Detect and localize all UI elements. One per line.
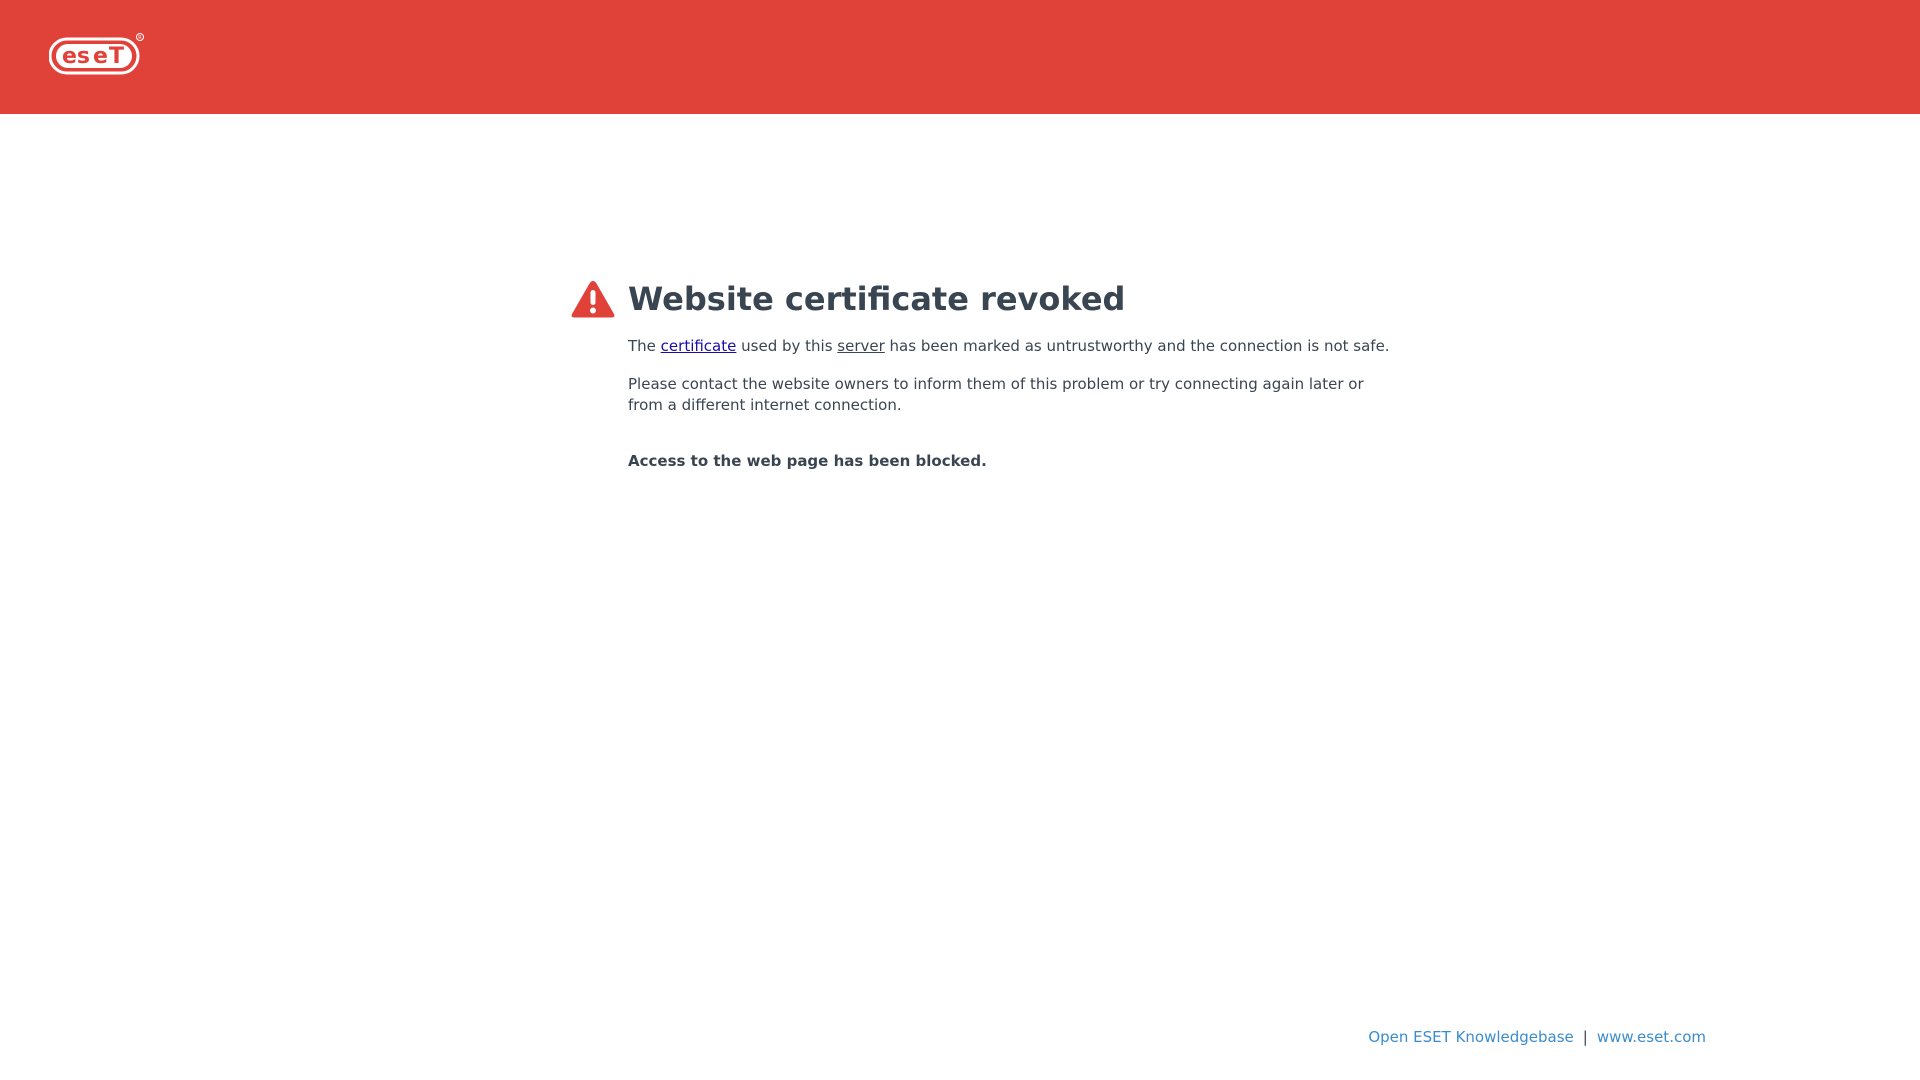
certificate-link[interactable]: certificate <box>661 337 737 355</box>
warning-triangle-icon <box>570 278 616 320</box>
eset-logo: es e T R <box>49 32 145 76</box>
contact-message: Please contact the website owners to inf… <box>628 375 1364 414</box>
svg-text:T: T <box>109 44 124 69</box>
server-link[interactable]: server <box>837 337 884 355</box>
svg-text:e: e <box>93 44 108 69</box>
footer-links: Open ESET Knowledgebase | www.eset.com <box>1368 1026 1706 1048</box>
header-bar: es e T R <box>0 0 1920 114</box>
svg-text:R: R <box>138 35 142 41</box>
certificate-message: The certificate used by this server has … <box>628 336 1390 357</box>
page-title: Website certificate revoked <box>628 280 1126 318</box>
message-prefix: The <box>628 337 661 355</box>
message-suffix: has been marked as untrustworthy and the… <box>884 337 1390 355</box>
footer-separator: | <box>1582 1028 1588 1046</box>
eset-website-link[interactable]: www.eset.com <box>1597 1028 1706 1046</box>
open-knowledgebase-link[interactable]: Open ESET Knowledgebase <box>1368 1028 1573 1046</box>
blocked-notice: Access to the web page has been blocked. <box>628 452 987 470</box>
message-mid: used by this <box>736 337 838 355</box>
svg-text:es: es <box>62 44 90 69</box>
